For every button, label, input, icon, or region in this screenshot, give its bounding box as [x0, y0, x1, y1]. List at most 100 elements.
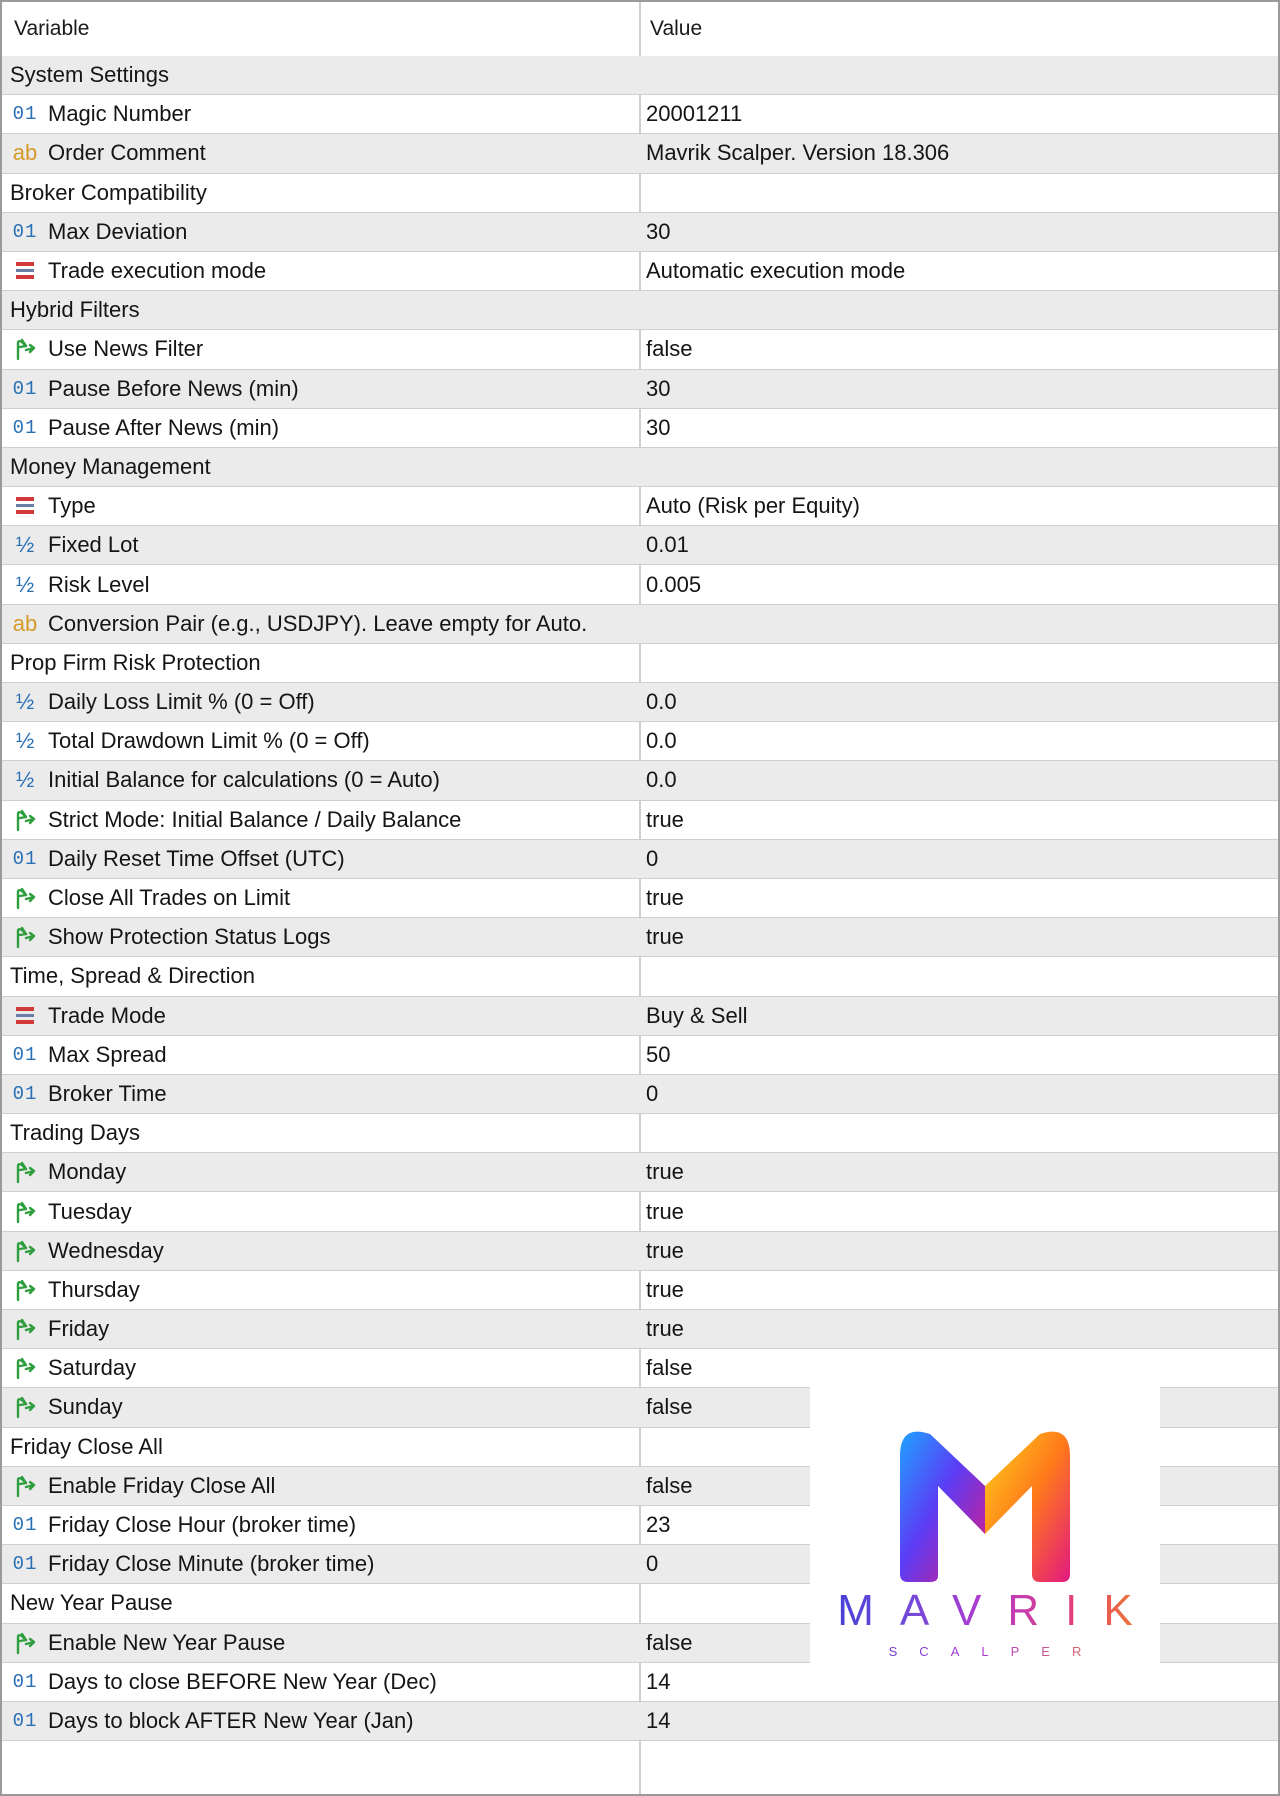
variable-cell: Money Management — [2, 448, 640, 486]
parameter-value: 0.0 — [646, 728, 677, 754]
value-cell[interactable]: 0.0 — [640, 683, 1278, 721]
parameter-label: Type — [48, 493, 96, 519]
variable-cell: Sunday — [2, 1388, 640, 1426]
parameter-row[interactable]: Thursday true — [2, 1271, 1278, 1310]
value-cell[interactable]: false — [640, 1349, 1278, 1387]
parameter-value: false — [646, 1629, 693, 1655]
variable-cell: ½ Fixed Lot — [2, 526, 640, 564]
value-cell[interactable]: true — [640, 1271, 1278, 1309]
value-cell[interactable]: 0 — [640, 1075, 1278, 1113]
header-variable[interactable]: Variable — [14, 2, 90, 56]
section-label: Time, Spread & Direction — [10, 963, 255, 989]
parameter-row[interactable]: 01 Daily Reset Time Offset (UTC) 0 — [2, 839, 1278, 879]
parameter-row[interactable]: Tuesday true — [2, 1192, 1278, 1232]
variable-cell: Trading Days — [2, 1114, 640, 1152]
parameter-row[interactable]: 01 Max Deviation 30 — [2, 212, 1278, 252]
integer-type-icon: 01 — [12, 1553, 38, 1576]
parameter-row[interactable]: ½ Initial Balance for calculations (0 = A… — [2, 761, 1278, 801]
parameter-value: 14 — [646, 1707, 671, 1733]
variable-cell: ½ Daily Loss Limit % (0 = Off) — [2, 683, 640, 721]
value-cell[interactable]: 0.01 — [640, 526, 1278, 564]
parameter-row[interactable]: ½ Daily Loss Limit % (0 = Off) 0.0 — [2, 683, 1278, 723]
string-type-icon: ab — [12, 610, 38, 636]
variable-cell: Time, Spread & Direction — [2, 957, 640, 995]
parameter-row[interactable]: Trade execution mode Automatic execution … — [2, 252, 1278, 292]
value-cell[interactable]: 0 — [640, 840, 1278, 878]
value-cell[interactable]: Auto (Risk per Equity) — [640, 487, 1278, 525]
parameter-value: true — [646, 1276, 684, 1302]
parameter-row[interactable]: Friday true — [2, 1310, 1278, 1350]
parameter-row[interactable]: Type Auto (Risk per Equity) — [2, 487, 1278, 527]
variable-cell: Enable Friday Close All — [2, 1467, 640, 1505]
value-cell[interactable]: true — [640, 801, 1278, 839]
variable-cell: Strict Mode: Initial Balance / Daily Bal… — [2, 801, 640, 839]
parameter-value: true — [646, 924, 684, 950]
string-type-icon: ab — [12, 140, 38, 166]
parameter-label: Days to close BEFORE New Year (Dec) — [48, 1668, 437, 1694]
parameter-row[interactable]: ½ Total Drawdown Limit % (0 = Off) 0.0 — [2, 722, 1278, 762]
value-cell[interactable]: 20001211 — [640, 95, 1278, 133]
boolean-type-icon — [12, 1630, 38, 1656]
value-cell[interactable]: 0.005 — [640, 565, 1278, 603]
parameter-row[interactable]: Monday true — [2, 1153, 1278, 1193]
value-cell[interactable]: true — [640, 1232, 1278, 1270]
parameter-value: 0.01 — [646, 532, 689, 558]
value-cell[interactable]: 0.0 — [640, 722, 1278, 760]
parameter-row[interactable]: Wednesday true — [2, 1231, 1278, 1271]
parameter-label: Sunday — [48, 1394, 123, 1420]
parameter-row[interactable]: Show Protection Status Logs true — [2, 918, 1278, 958]
boolean-type-icon — [12, 807, 38, 833]
parameter-value: 0 — [646, 1551, 659, 1577]
value-cell — [640, 448, 1278, 486]
value-cell[interactable]: 0.0 — [640, 761, 1278, 799]
variable-cell: Trade execution mode — [2, 252, 640, 290]
variable-cell: 01 Pause Before News (min) — [2, 370, 640, 408]
value-cell[interactable]: true — [640, 1153, 1278, 1191]
value-cell[interactable] — [640, 605, 1278, 643]
integer-type-icon: 01 — [12, 1709, 38, 1732]
boolean-type-icon — [12, 1199, 38, 1225]
parameter-row[interactable]: 01 Magic Number 20001211 — [2, 95, 1278, 135]
parameter-row[interactable]: 01 Pause After News (min) 30 — [2, 409, 1278, 448]
parameter-row[interactable]: Use News Filter false — [2, 330, 1278, 370]
parameter-label: Tuesday — [48, 1198, 132, 1224]
value-cell[interactable]: Automatic execution mode — [640, 252, 1278, 290]
value-cell[interactable]: true — [640, 1310, 1278, 1348]
parameter-label: Thursday — [48, 1276, 140, 1302]
parameter-row[interactable]: ab Order Comment Mavrik Scalper. Version 1… — [2, 134, 1278, 174]
value-cell[interactable]: Mavrik Scalper. Version 18.306 — [640, 134, 1278, 172]
variable-cell: 01 Daily Reset Time Offset (UTC) — [2, 840, 640, 878]
header-value[interactable]: Value — [650, 2, 702, 56]
parameter-row[interactable]: ½ Fixed Lot 0.01 — [2, 526, 1278, 566]
value-cell[interactable]: Buy & Sell — [640, 997, 1278, 1035]
parameter-row[interactable]: ab Conversion Pair (e.g., USDJPY). Leave … — [2, 604, 1278, 644]
value-cell[interactable]: false — [640, 330, 1278, 368]
parameter-value: false — [646, 1472, 693, 1498]
parameter-value: 30 — [646, 414, 671, 440]
parameter-value: Mavrik Scalper. Version 18.306 — [646, 140, 950, 166]
value-cell — [640, 56, 1278, 94]
integer-type-icon: 01 — [12, 416, 38, 439]
value-cell[interactable]: 30 — [640, 409, 1278, 447]
parameter-row[interactable]: 01 Broker Time 0 — [2, 1074, 1278, 1115]
parameter-row[interactable]: Saturday false — [2, 1349, 1278, 1389]
value-cell[interactable]: 30 — [640, 213, 1278, 251]
parameter-row[interactable]: Close All Trades on Limit true — [2, 879, 1278, 919]
value-cell[interactable]: true — [640, 1192, 1278, 1230]
parameter-row[interactable]: Strict Mode: Initial Balance / Daily Bal… — [2, 801, 1278, 840]
parameter-row[interactable]: ½ Risk Level 0.005 — [2, 565, 1278, 605]
parameter-row[interactable]: 01 Max Spread 50 — [2, 1036, 1278, 1075]
parameter-row[interactable]: 01 Days to block AFTER New Year (Jan) 14 — [2, 1701, 1278, 1742]
value-cell[interactable]: 30 — [640, 370, 1278, 408]
parameter-row[interactable]: Trade Mode Buy & Sell — [2, 996, 1278, 1036]
value-cell[interactable]: 50 — [640, 1036, 1278, 1074]
parameter-row[interactable]: 01 Pause Before News (min) 30 — [2, 369, 1278, 409]
value-cell[interactable]: 14 — [640, 1702, 1278, 1740]
value-cell[interactable]: true — [640, 879, 1278, 917]
section-row: Prop Firm Risk Protection — [2, 644, 1278, 683]
value-cell[interactable]: true — [640, 918, 1278, 956]
value-cell — [640, 291, 1278, 329]
parameter-label: Days to block AFTER New Year (Jan) — [48, 1707, 414, 1733]
parameter-label: Trade Mode — [48, 1002, 166, 1028]
parameter-label: Saturday — [48, 1355, 137, 1381]
